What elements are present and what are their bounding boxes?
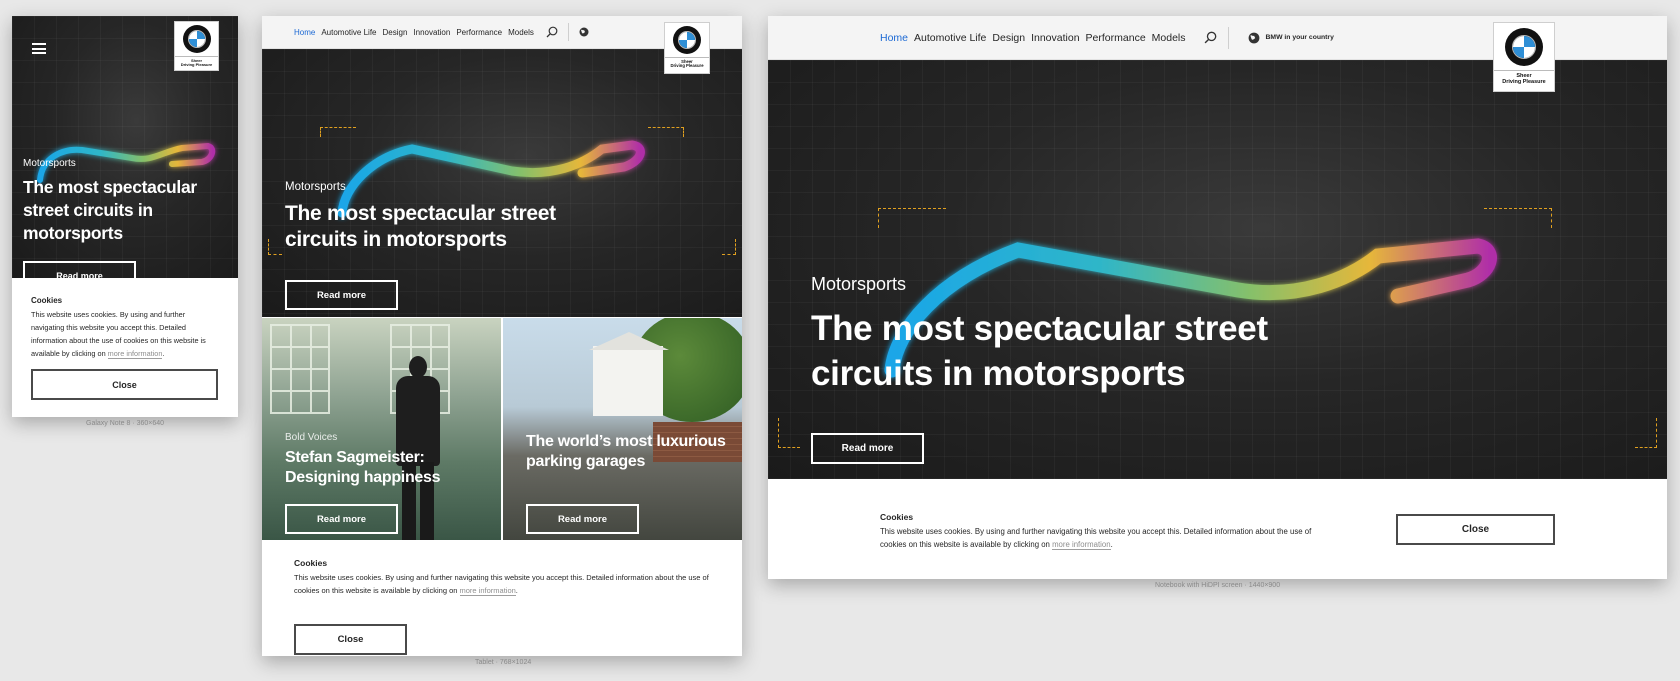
phone-caption: Galaxy Note 8 · 360×640 xyxy=(86,420,165,427)
phone-hero: Sheer Driving Pleasure Motorsports The m… xyxy=(12,16,238,278)
logo-tagline-line2: Driving Pleasure xyxy=(180,62,213,68)
tablet-preview: Home Automotive Life Design Innovation P… xyxy=(262,16,742,656)
country-selector[interactable]: BMW in your country xyxy=(1266,34,1334,41)
corner-bracket xyxy=(778,418,800,448)
corner-bracket xyxy=(268,239,282,255)
tablet-hero: Motorsports The most spectacular street … xyxy=(262,49,742,317)
hero-headline: The most spectacular street circuits in … xyxy=(811,309,1268,393)
globe-icon[interactable] xyxy=(579,27,589,37)
logo-tagline-line2: Driving Pleasure xyxy=(1502,78,1546,85)
read-more-button[interactable]: Read more xyxy=(285,280,398,310)
window-frame xyxy=(270,324,330,414)
bmw-logo[interactable]: Sheer Driving Pleasure xyxy=(664,22,710,74)
nav-home[interactable]: Home xyxy=(880,32,908,44)
cookie-suffix: . xyxy=(1110,540,1113,549)
nav-divider xyxy=(1227,26,1229,49)
read-more-button[interactable]: Read more xyxy=(811,433,924,464)
nav-automotive-life[interactable]: Automotive Life xyxy=(321,28,376,37)
notebook-hero: Motorsports The most spectacular street … xyxy=(768,60,1667,479)
bmw-roundel-icon xyxy=(673,26,701,54)
tablet-caption: Tablet · 768×1024 xyxy=(475,659,532,666)
search-icon[interactable] xyxy=(546,26,558,38)
nav-models[interactable]: Models xyxy=(1152,32,1186,44)
hero-eyebrow: Motorsports xyxy=(23,158,76,169)
cookie-suffix: . xyxy=(515,586,518,595)
globe-icon[interactable] xyxy=(1248,32,1260,44)
nav-design[interactable]: Design xyxy=(992,32,1025,44)
hero-headline: The most spectacular street circuits in … xyxy=(23,177,197,243)
bmw-logo[interactable]: Sheer Driving Pleasure xyxy=(1493,22,1555,92)
corner-bracket xyxy=(1635,418,1657,448)
bmw-logo[interactable]: Sheer Driving Pleasure xyxy=(174,21,219,71)
more-information-link[interactable]: more information xyxy=(459,586,516,596)
tile-headline: The world’s most luxurious parking garag… xyxy=(526,433,726,470)
article-tile-parking[interactable]: The world’s most luxurious parking garag… xyxy=(503,318,742,540)
cookie-banner: Cookies This website uses cookies. By us… xyxy=(262,540,742,656)
nav-home[interactable]: Home xyxy=(294,28,315,37)
notebook-caption: Notebook with HiDPI screen · 1440×900 xyxy=(1155,582,1281,589)
nav-innovation[interactable]: Innovation xyxy=(1031,32,1079,44)
nav-divider xyxy=(567,23,569,41)
read-more-button[interactable]: Read more xyxy=(526,504,639,534)
bmw-roundel-icon xyxy=(182,25,211,53)
close-button[interactable]: Close xyxy=(1396,514,1555,545)
hero-eyebrow: Motorsports xyxy=(811,274,907,294)
house-roof xyxy=(589,332,669,350)
nav-innovation[interactable]: Innovation xyxy=(413,28,450,37)
read-more-button[interactable]: Read more xyxy=(23,261,136,278)
nav-automotive-life[interactable]: Automotive Life xyxy=(914,32,986,44)
cookie-banner: Cookies This website uses cookies. By us… xyxy=(12,278,238,417)
nav-performance[interactable]: Performance xyxy=(456,28,502,37)
cookie-text: This website uses cookies. By using and … xyxy=(31,308,220,360)
hamburger-icon[interactable] xyxy=(32,43,46,54)
article-tile-sagmeister[interactable]: Bold Voices Stefan Sagmeister: Designing… xyxy=(262,318,501,540)
cookie-title: Cookies xyxy=(31,296,63,305)
phone-preview: Sheer Driving Pleasure Motorsports The m… xyxy=(12,16,238,417)
logo-tagline-line2: Driving Pleasure xyxy=(670,63,704,69)
tile-headline: Stefan Sagmeister: Designing happiness xyxy=(285,449,441,486)
close-button[interactable]: Close xyxy=(31,369,218,400)
more-information-link[interactable]: more information xyxy=(1052,540,1111,550)
cookie-text: This website uses cookies. By using and … xyxy=(294,571,712,597)
bmw-roundel-icon xyxy=(1505,28,1543,66)
cookie-title: Cookies xyxy=(294,558,328,568)
nav-performance[interactable]: Performance xyxy=(1086,32,1146,44)
nav-models[interactable]: Models xyxy=(508,28,534,37)
more-information-link[interactable]: more information xyxy=(107,349,163,359)
close-button[interactable]: Close xyxy=(294,624,407,655)
tile-eyebrow: Bold Voices xyxy=(285,432,338,443)
hero-eyebrow: Motorsports xyxy=(285,181,346,193)
cookie-suffix: . xyxy=(162,349,165,358)
nav-design[interactable]: Design xyxy=(382,28,407,37)
cookie-text: This website uses cookies. By using and … xyxy=(880,525,1330,551)
cookie-banner: Cookies This website uses cookies. By us… xyxy=(768,479,1667,579)
notebook-preview: Home Automotive Life Design Innovation P… xyxy=(768,16,1667,579)
hero-headline: The most spectacular street circuits in … xyxy=(285,202,556,251)
read-more-button[interactable]: Read more xyxy=(285,504,398,534)
house-facade xyxy=(593,346,663,416)
search-icon[interactable] xyxy=(1204,31,1217,44)
corner-bracket xyxy=(722,239,736,255)
